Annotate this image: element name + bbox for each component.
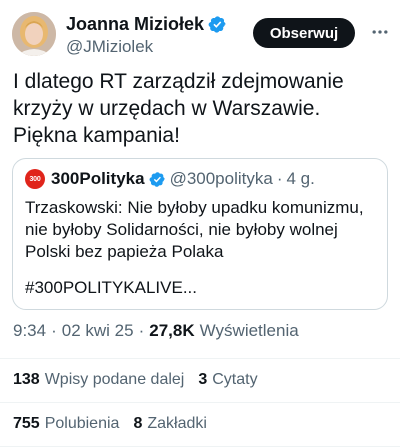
quotes-label: Cytaty bbox=[212, 371, 258, 388]
tweet-date[interactable]: 02 kwi 25 bbox=[62, 321, 134, 341]
quoted-author-name: 300Polityka bbox=[51, 169, 145, 188]
meta-separator: · bbox=[51, 321, 57, 340]
likes-stat[interactable]: 755 Polubienia bbox=[13, 415, 119, 433]
quotes-stat[interactable]: 3 Cytaty bbox=[198, 371, 257, 389]
quoted-tweet-header: 300 300Polityka @300polityka · 4 g. bbox=[25, 169, 315, 189]
quoted-author-avatar: 300 bbox=[25, 169, 45, 189]
bookmarks-stat[interactable]: 8 Zakładki bbox=[133, 415, 206, 433]
tweet-time[interactable]: 9:34 bbox=[13, 321, 46, 341]
more-options-icon[interactable] bbox=[370, 22, 390, 42]
reposts-count: 138 bbox=[13, 371, 40, 388]
quoted-tweet-hashtag[interactable]: #300POLITYKALIVE... bbox=[25, 277, 197, 299]
quotes-count: 3 bbox=[198, 371, 208, 388]
quoted-author-handle: @300polityka bbox=[169, 169, 273, 188]
divider bbox=[0, 446, 400, 447]
quoted-tweet-card[interactable]: 300 300Polityka @300polityka · 4 g. Trza… bbox=[12, 158, 388, 310]
tweet-text: I dlatego RT zarządził zdejmowanie krzyż… bbox=[13, 70, 344, 147]
quoted-tweet-text: Trzaskowski: Nie byłoby upadku komunizmu… bbox=[25, 198, 364, 261]
views-label: Wyświetlenia bbox=[199, 321, 299, 340]
quoted-timestamp: 4 g. bbox=[286, 169, 315, 188]
stats-row-reposts: 138 Wpisy podane dalej 3 Cytaty bbox=[13, 371, 272, 389]
verified-badge-icon bbox=[149, 171, 166, 188]
bookmarks-count: 8 bbox=[133, 415, 143, 432]
meta-separator: · bbox=[138, 321, 145, 340]
verified-badge-icon bbox=[208, 15, 227, 34]
divider bbox=[0, 402, 400, 403]
quoted-time-separator: · bbox=[276, 169, 283, 188]
tweet-header: Joanna Miziołek @JMiziolek Obserwuj bbox=[0, 0, 400, 62]
reposts-stat[interactable]: 138 Wpisy podane dalej bbox=[13, 371, 184, 389]
bookmarks-label: Zakładki bbox=[147, 415, 207, 432]
stats-row-likes: 755 Polubienia 8 Zakładki bbox=[13, 415, 221, 433]
tweet-meta: 9:34 · 02 kwi 25 · 27,8K Wyświetlenia bbox=[13, 321, 299, 341]
likes-label: Polubienia bbox=[44, 415, 120, 432]
follow-button[interactable]: Obserwuj bbox=[253, 18, 355, 48]
likes-count: 755 bbox=[13, 415, 40, 432]
author-display-name[interactable]: Joanna Miziołek bbox=[66, 13, 204, 35]
author-name-row: Joanna Miziołek bbox=[66, 13, 227, 35]
views-count: 27,8K bbox=[149, 321, 195, 340]
divider bbox=[0, 358, 400, 359]
reposts-label: Wpisy podane dalej bbox=[44, 371, 185, 388]
author-handle[interactable]: @JMiziolek bbox=[66, 37, 153, 57]
author-avatar[interactable] bbox=[12, 12, 56, 56]
